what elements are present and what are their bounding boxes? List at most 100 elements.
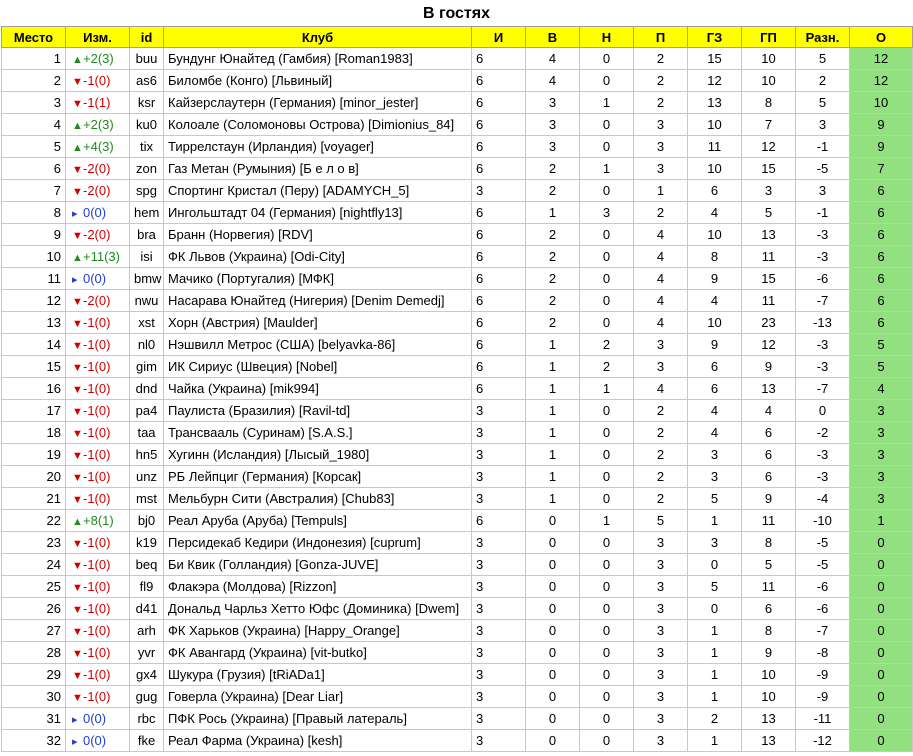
id-cell: spg [129, 179, 164, 202]
standings-table: Место Изм. id Клуб И В Н П ГЗ ГП Разн. О… [1, 26, 913, 752]
draws-cell: 0 [579, 245, 634, 268]
losses-cell: 3 [633, 553, 688, 576]
arrow-up-icon: ▲ [72, 252, 83, 264]
difference-cell: -7 [795, 619, 850, 642]
place-cell: 10 [1, 245, 66, 268]
header-wins[interactable]: В [525, 26, 580, 48]
losses-cell: 3 [633, 531, 688, 554]
goals-for-cell: 1 [687, 509, 742, 532]
club-cell: Бранн (Норвегия) [RDV] [163, 223, 472, 246]
change-cell: ▼-1(0) [65, 377, 130, 400]
table-row[interactable]: 29 ▼-1(0) gx4 Шукура (Грузия) [tRiADa1] 3 0 0 3… [1, 663, 913, 686]
change-cell: ▲+8(1) [65, 509, 130, 532]
wins-cell: 0 [525, 685, 580, 708]
table-row[interactable]: 2 ▼-1(0) as6 Биломбе (Конго) [Львиный] 6 4 0 2 1… [1, 69, 913, 92]
change-indicator: ▼-1(0) [70, 469, 127, 484]
table-row[interactable]: 18 ▼-1(0) taa Трансвааль (Суринам) [S.A.S.]… [1, 421, 913, 444]
header-place[interactable]: Место [1, 26, 66, 48]
draws-cell: 0 [579, 685, 634, 708]
id-cell: ku0 [129, 113, 164, 136]
draws-cell: 1 [579, 377, 634, 400]
table-row[interactable]: 31 ▸ 0(0) rbc ПФК Рось (Украина) [Правый лат… [1, 707, 913, 730]
header-goals-against[interactable]: ГП [741, 26, 796, 48]
games-cell: 6 [471, 223, 526, 246]
goals-against-cell: 10 [741, 685, 796, 708]
header-points[interactable]: О [849, 26, 913, 48]
header-difference[interactable]: Разн. [795, 26, 850, 48]
points-cell: 12 [849, 47, 913, 70]
table-row[interactable]: 11 ▸ 0(0) bmw Мачико (Португалия) [МФК] 6 2 0 4 9… [1, 267, 913, 290]
change-value: -1(0) [83, 337, 111, 352]
losses-cell: 3 [633, 157, 688, 180]
header-goals-for[interactable]: ГЗ [687, 26, 742, 48]
table-row[interactable]: 6 ▼-2(0) zon Газ Метан (Румыния) [Б е л о в… [1, 157, 913, 180]
change-cell: ▸ 0(0) [65, 729, 130, 752]
table-row[interactable]: 24 ▼-1(0) beq Би Квик (Голландия) [Gonza-JU… [1, 553, 913, 576]
header-id[interactable]: id [129, 26, 164, 48]
difference-cell: -1 [795, 201, 850, 224]
table-row[interactable]: 17 ▼-1(0) pa4 Паулиста (Бразилия) [Ravil-td… [1, 399, 913, 422]
arrow-right-icon: ▸ [72, 714, 78, 726]
header-losses[interactable]: П [633, 26, 688, 48]
place-cell: 27 [1, 619, 66, 642]
table-row[interactable]: 22 ▲+8(1) bj0 Реал Аруба (Аруба) [Tempuls] 6… [1, 509, 913, 532]
wins-cell: 0 [525, 729, 580, 752]
difference-cell: -1 [795, 135, 850, 158]
table-row[interactable]: 12 ▼-2(0) nwu Насарава Юнайтед (Нигерия) [D… [1, 289, 913, 312]
club-cell: Ингольштадт 04 (Германия) [nightfly13] [163, 201, 472, 224]
goals-against-cell: 13 [741, 223, 796, 246]
place-cell: 24 [1, 553, 66, 576]
table-row[interactable]: 21 ▼-1(0) mst Мельбурн Сити (Австралия) [Ch… [1, 487, 913, 510]
table-row[interactable]: 30 ▼-1(0) gug Говерла (Украина) [Dear Liar]… [1, 685, 913, 708]
header-club[interactable]: Клуб [163, 26, 472, 48]
losses-cell: 2 [633, 91, 688, 114]
difference-cell: -7 [795, 289, 850, 312]
table-row[interactable]: 14 ▼-1(0) nl0 Нэшвилл Метрос (США) [belyavk… [1, 333, 913, 356]
table-row[interactable]: 25 ▼-1(0) fl9 Флакэра (Молдова) [Rizzon] 3 0 0… [1, 575, 913, 598]
wins-cell: 0 [525, 663, 580, 686]
place-cell: 8 [1, 201, 66, 224]
table-row[interactable]: 20 ▼-1(0) unz РБ Лейпциг (Германия) [Корсак… [1, 465, 913, 488]
change-indicator: ▸ 0(0) [70, 733, 127, 748]
change-value: -1(0) [83, 689, 111, 704]
losses-cell: 2 [633, 443, 688, 466]
club-cell: ФК Харьков (Украина) [Happy_Orange] [163, 619, 472, 642]
table-row[interactable]: 13 ▼-1(0) xst Хорн (Австрия) [Maulder] 6 2 0 4 1… [1, 311, 913, 334]
id-cell: arh [129, 619, 164, 642]
goals-for-cell: 1 [687, 641, 742, 664]
difference-cell: -9 [795, 685, 850, 708]
place-cell: 23 [1, 531, 66, 554]
table-row[interactable]: 27 ▼-1(0) arh ФК Харьков (Украина) [Happy_O… [1, 619, 913, 642]
id-cell: beq [129, 553, 164, 576]
table-row[interactable]: 32 ▸ 0(0) fke Реал Фарма (Украина) [kesh] 3 0 0… [1, 729, 913, 752]
header-change[interactable]: Изм. [65, 26, 130, 48]
table-row[interactable]: 26 ▼-1(0) d41 Дональд Чарльз Хетто Юфс (Дом… [1, 597, 913, 620]
goals-against-cell: 13 [741, 729, 796, 752]
table-row[interactable]: 23 ▼-1(0) k19 Персидекаб Кедири (Индонезия)… [1, 531, 913, 554]
difference-cell: -12 [795, 729, 850, 752]
table-row[interactable]: 19 ▼-1(0) hn5 Хугинн (Исландия) [Лысый_1980… [1, 443, 913, 466]
draws-cell: 1 [579, 91, 634, 114]
header-games[interactable]: И [471, 26, 526, 48]
change-cell: ▼-2(0) [65, 223, 130, 246]
arrow-down-icon: ▼ [72, 340, 83, 352]
table-row[interactable]: 5 ▲+4(3) tix Тиррелстаун (Ирландия) [voyage… [1, 135, 913, 158]
place-cell: 21 [1, 487, 66, 510]
table-row[interactable]: 3 ▼-1(1) ksr Кайзерслаутерн (Германия) [min… [1, 91, 913, 114]
table-row[interactable]: 15 ▼-1(0) gim ИК Сириус (Швеция) [Nobel] 6 1 2… [1, 355, 913, 378]
table-row[interactable]: 4 ▲+2(3) ku0 Колоале (Соломоновы Острова) [… [1, 113, 913, 136]
wins-cell: 2 [525, 179, 580, 202]
table-row[interactable]: 8 ▸ 0(0) hem Ингольштадт 04 (Германия) [nigh… [1, 201, 913, 224]
difference-cell: -7 [795, 377, 850, 400]
table-row[interactable]: 16 ▼-1(0) dnd Чайка (Украина) [mik994] 6 1 1 4 6… [1, 377, 913, 400]
arrow-up-icon: ▲ [72, 120, 83, 132]
table-row[interactable]: 28 ▼-1(0) yvr ФК Авангард (Украина) [vit-bu… [1, 641, 913, 664]
goals-against-cell: 9 [741, 487, 796, 510]
table-row[interactable]: 10 ▲+11(3) isi ФК Львов (Украина) [Odi-City… [1, 245, 913, 268]
change-cell: ▼-2(0) [65, 179, 130, 202]
table-row[interactable]: 7 ▼-2(0) spg Спортинг Кристал (Перу) [ADAMY… [1, 179, 913, 202]
draws-cell: 0 [579, 289, 634, 312]
header-draws[interactable]: Н [579, 26, 634, 48]
table-row[interactable]: 9 ▼-2(0) bra Бранн (Норвегия) [RDV] 6 2 0 4 10 13… [1, 223, 913, 246]
table-row[interactable]: 1 ▲+2(3) buu Бундунг Юнайтед (Гамбия) [Roma… [1, 47, 913, 70]
